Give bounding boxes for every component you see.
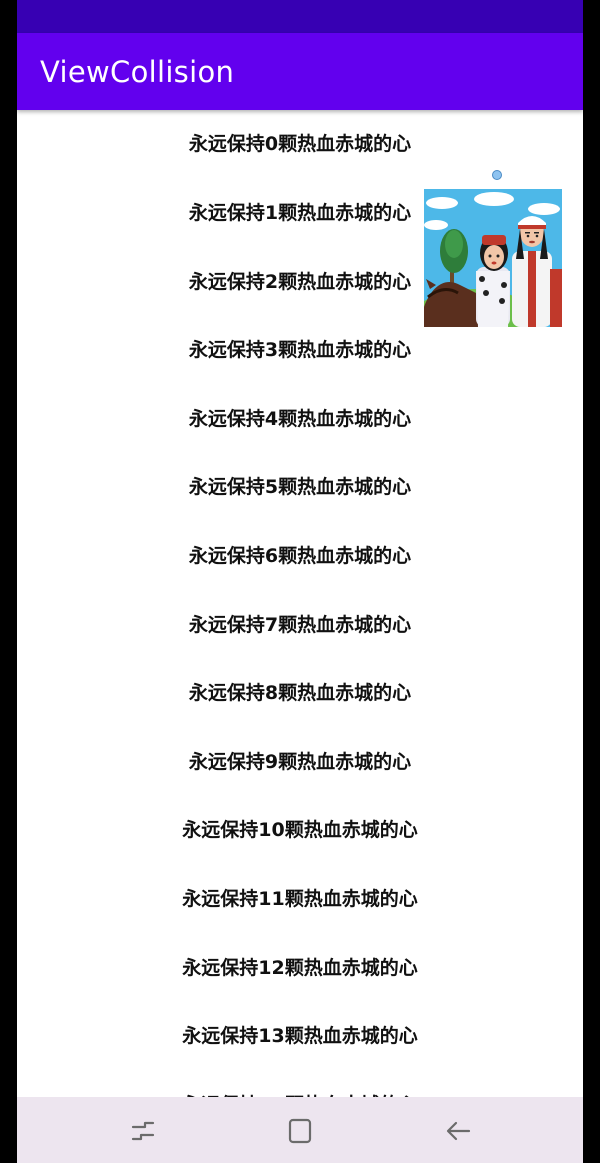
app-title: ViewCollision bbox=[40, 55, 235, 89]
navigation-bar bbox=[17, 1097, 583, 1163]
list-item[interactable]: 永远保持3颗热血赤城的心 bbox=[17, 330, 583, 370]
list-item[interactable]: 永远保持13颗热血赤城的心 bbox=[17, 1016, 583, 1056]
recents-icon[interactable] bbox=[125, 1113, 161, 1149]
home-icon[interactable] bbox=[282, 1113, 318, 1149]
phone-screen: ViewCollision 永远保持0颗热血赤城的心 永远保持1颗热血赤城的心 … bbox=[17, 0, 583, 1163]
app-bar: ViewCollision bbox=[17, 33, 583, 110]
list-item[interactable]: 永远保持6颗热血赤城的心 bbox=[17, 536, 583, 576]
back-icon[interactable] bbox=[441, 1113, 477, 1149]
list-item[interactable]: 永远保持10颗热血赤城的心 bbox=[17, 810, 583, 850]
illustration-graphic bbox=[424, 189, 562, 327]
list-item[interactable]: 永远保持0颗热血赤城的心 bbox=[17, 124, 583, 164]
list-item[interactable]: 永远保持14颗热血赤城的心 bbox=[17, 1085, 583, 1097]
list-item[interactable]: 永远保持4颗热血赤城的心 bbox=[17, 399, 583, 439]
couple-on-horse-illustration[interactable] bbox=[424, 189, 562, 327]
list-item[interactable]: 永远保持11颗热血赤城的心 bbox=[17, 879, 583, 919]
list-item[interactable]: 永远保持7颗热血赤城的心 bbox=[17, 605, 583, 645]
status-bar bbox=[17, 0, 583, 33]
list-item[interactable]: 永远保持9颗热血赤城的心 bbox=[17, 742, 583, 782]
small-dot-marker bbox=[492, 170, 502, 180]
list-item[interactable]: 永远保持8颗热血赤城的心 bbox=[17, 673, 583, 713]
list-item[interactable]: 永远保持5颗热血赤城的心 bbox=[17, 467, 583, 507]
list-item[interactable]: 永远保持12颗热血赤城的心 bbox=[17, 948, 583, 988]
